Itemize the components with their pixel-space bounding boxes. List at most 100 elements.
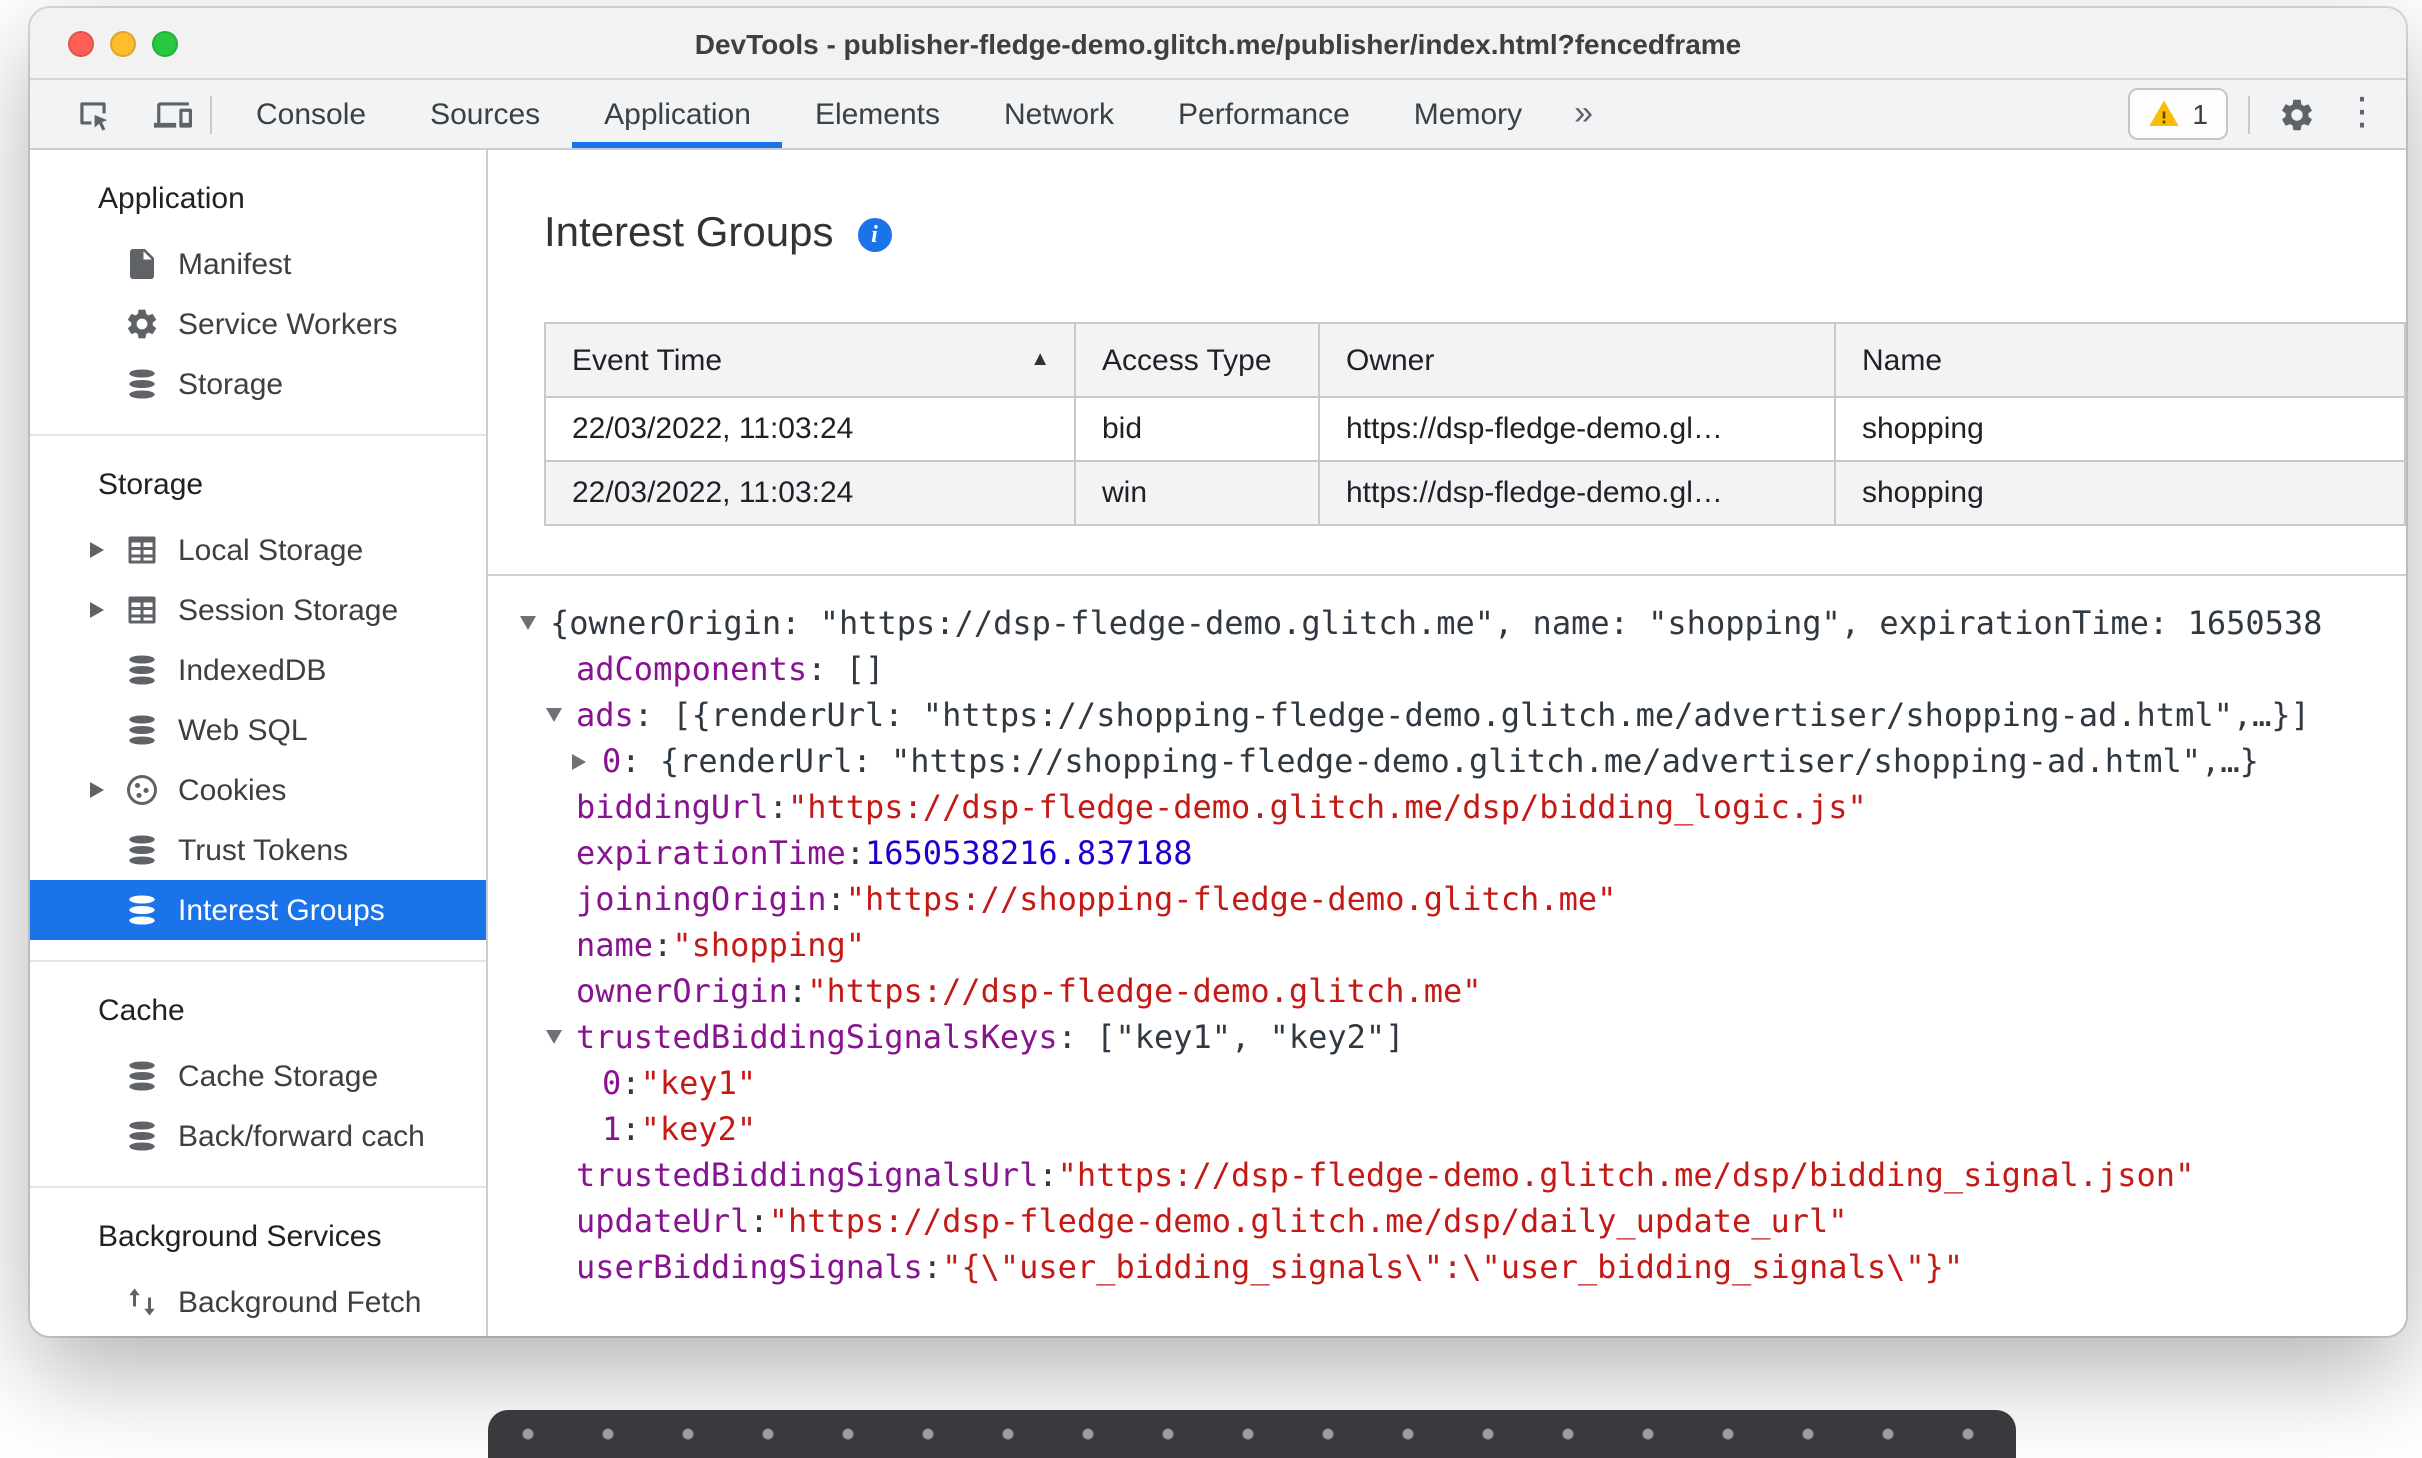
close-button[interactable] — [68, 30, 94, 56]
tree-key: 0 — [602, 742, 622, 780]
tree-key: trustedBiddingSignalsUrl — [576, 1156, 1039, 1194]
warning-badge[interactable]: 1 — [2128, 88, 2228, 140]
json-tree: {ownerOrigin: "https://dsp-fledge-demo.g… — [488, 574, 2406, 1290]
sidebar-item-label: Service Workers — [178, 307, 398, 341]
sidebar-item-indexeddb[interactable]: IndexedDB — [30, 640, 486, 700]
devtools-body: Application Manifest Service Workers Storag… — [30, 150, 2406, 1336]
tree-plain: : — [621, 1110, 641, 1148]
sidebar: Application Manifest Service Workers Storag… — [30, 150, 488, 1336]
tree-arrow-expanded-icon[interactable] — [520, 616, 536, 630]
database-icon — [124, 1058, 160, 1094]
sidebar-item-label: Interest Groups — [178, 893, 385, 927]
sidebar-item-storage[interactable]: Storage — [30, 354, 486, 414]
devtools-window: DevTools - publisher-fledge-demo.glitch.… — [30, 8, 2406, 1336]
tree-line[interactable]: trustedBiddingSignalsUrl: "https://dsp-f… — [546, 1152, 2406, 1198]
sidebar-section-header: Application — [98, 182, 245, 216]
interest-groups-table: Event Time ▲ Access Type Owner Name 22/03/20… — [544, 322, 2406, 526]
minimize-button[interactable] — [110, 30, 136, 56]
tree-line[interactable]: 1: "key2" — [572, 1106, 2406, 1152]
chevron-right-icon[interactable] — [90, 602, 104, 618]
tree-plain: : — [1038, 1156, 1058, 1194]
sidebar-item-label: Local Storage — [178, 533, 364, 567]
column-header-name[interactable]: Name — [1834, 322, 2406, 398]
tree-arrow-expanded-icon[interactable] — [546, 708, 562, 722]
tree-plain: : — [749, 1202, 769, 1240]
tree-line[interactable]: {ownerOrigin: "https://dsp-fledge-demo.g… — [520, 600, 2406, 646]
tree-plain: : — [922, 1248, 943, 1286]
tree-line[interactable]: userBiddingSignals: "{\"user_bidding_sig… — [546, 1244, 2406, 1290]
tree-line[interactable]: expirationTime: 1650538216.837188 — [546, 830, 2406, 876]
tab-application[interactable]: Application — [572, 80, 784, 148]
tree-plain: : [] — [807, 650, 885, 688]
table-cell: https://dsp-fledge-demo.gl… — [1318, 460, 1836, 526]
sidebar-item-label: Background Fetch — [178, 1285, 422, 1319]
tree-line[interactable]: biddingUrl: "https://dsp-fledge-demo.gli… — [546, 784, 2406, 830]
sidebar-item-interest-groups[interactable]: Interest Groups — [30, 880, 486, 940]
tree-line[interactable]: trustedBiddingSignalsKeys: ["key1", "key… — [546, 1014, 2406, 1060]
panel-header: Interest Groups — [544, 206, 2406, 262]
tree-line[interactable]: joiningOrigin: "https://shopping-fledge-… — [546, 876, 2406, 922]
tree-string: "{\"user_bidding_signals\":\"user_biddin… — [942, 1248, 1964, 1286]
tree-key: ads — [576, 696, 634, 734]
device-toolbar-icon[interactable] — [146, 88, 198, 140]
tree-line[interactable]: ownerOrigin: "https://dsp-fledge-demo.gl… — [546, 968, 2406, 1014]
toolbar-right: 1 ⋮ — [2128, 80, 2406, 148]
sidebar-item-cache-storage[interactable]: Cache Storage — [30, 1046, 486, 1106]
column-header-owner[interactable]: Owner — [1318, 322, 1836, 398]
sidebar-item-service-workers[interactable]: Service Workers — [30, 294, 486, 354]
chevron-right-icon[interactable] — [90, 782, 104, 798]
tree-line[interactable]: 0: {renderUrl: "https://shopping-fledge-… — [572, 738, 2406, 784]
sidebar-item-label: Session Storage — [178, 593, 399, 627]
maximize-button[interactable] — [152, 30, 178, 56]
tree-line[interactable]: 0: "key1" — [572, 1060, 2406, 1106]
sidebar-item-cookies[interactable]: Cookies — [30, 760, 486, 820]
table-cell: bid — [1074, 397, 1320, 462]
sidebar-item-label: Storage — [178, 367, 284, 401]
tree-arrow-collapsed-icon[interactable] — [572, 753, 586, 769]
table-header-row: Event Time ▲ Access Type Owner Name — [544, 322, 2406, 398]
info-icon[interactable] — [857, 217, 892, 251]
cookie-icon — [124, 772, 160, 808]
sidebar-item-manifest[interactable]: Manifest — [30, 234, 486, 294]
table-row[interactable]: 22/03/2022, 11:03:24 win https://dsp-fledg… — [544, 460, 2406, 526]
tree-line[interactable]: adComponents: [] — [546, 646, 2406, 692]
sidebar-item-trust-tokens[interactable]: Trust Tokens — [30, 820, 486, 880]
tab-sources[interactable]: Sources — [398, 80, 572, 148]
more-tabs-icon[interactable]: » — [1554, 80, 1613, 148]
database-icon — [124, 652, 160, 688]
tab-network[interactable]: Network — [972, 80, 1146, 148]
table-row[interactable]: 22/03/2022, 11:03:24 bid https://dsp-fledg… — [544, 397, 2406, 462]
sidebar-item-background-fetch[interactable]: Background Fetch — [30, 1272, 486, 1332]
tree-line[interactable]: updateUrl: "https://dsp-fledge-demo.glit… — [546, 1198, 2406, 1244]
sidebar-item-back-forward-cach[interactable]: Back/forward cach — [30, 1106, 486, 1166]
tree-key: name — [576, 926, 654, 964]
tree-number: 1650538216.837188 — [865, 834, 1193, 872]
sidebar-item-local-storage[interactable]: Local Storage — [30, 520, 486, 580]
tree-key: trustedBiddingSignalsKeys — [576, 1018, 1058, 1056]
tab-elements[interactable]: Elements — [783, 80, 972, 148]
more-options-kebab-icon[interactable]: ⋮ — [2342, 88, 2382, 140]
tree-plain: {ownerOrigin: "https://dsp-fledge-demo.g… — [550, 604, 2323, 642]
dock-bar — [488, 1410, 2016, 1458]
tab-performance[interactable]: Performance — [1146, 80, 1382, 148]
database-icon — [124, 1118, 160, 1154]
tree-key: 1 — [602, 1110, 622, 1148]
tab-console[interactable]: Console — [224, 80, 398, 148]
column-header-event-time[interactable]: Event Time ▲ — [544, 322, 1076, 398]
tree-line[interactable]: ads: [{renderUrl: "https://shopping-fled… — [546, 692, 2406, 738]
inspect-icon[interactable] — [66, 88, 118, 140]
sidebar-item-session-storage[interactable]: Session Storage — [30, 580, 486, 640]
tree-plain: : — [787, 972, 808, 1010]
column-header-access-type[interactable]: Access Type — [1074, 322, 1320, 398]
tree-arrow-expanded-icon[interactable] — [546, 1030, 562, 1044]
tab-memory[interactable]: Memory — [1382, 80, 1554, 148]
sidebar-item-web-sql[interactable]: Web SQL — [30, 700, 486, 760]
sidebar-section-header: Background Services — [98, 1220, 382, 1254]
sidebar-item-label: Back/forward cach — [178, 1119, 425, 1153]
tree-line[interactable]: name: "shopping" — [546, 922, 2406, 968]
tree-plain: : — [621, 1064, 641, 1102]
toolbar-separator — [2248, 95, 2250, 133]
settings-gear-icon[interactable] — [2270, 88, 2322, 140]
chevron-right-icon[interactable] — [90, 542, 104, 558]
table-body: 22/03/2022, 11:03:24 bid https://dsp-fledg… — [544, 397, 2406, 526]
